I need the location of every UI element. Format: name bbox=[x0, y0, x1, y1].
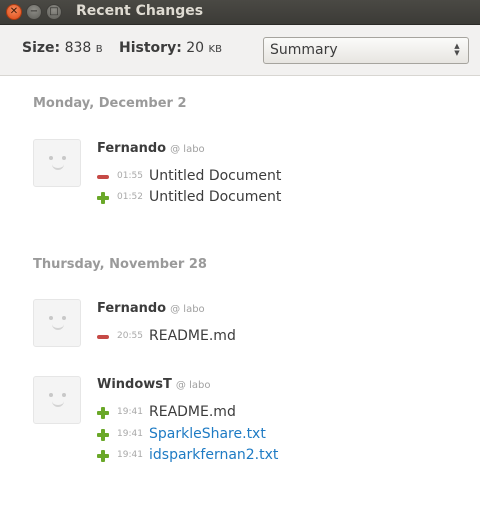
day-header: Monday, December 2 bbox=[33, 96, 187, 111]
minus-icon bbox=[97, 171, 109, 183]
user-name: Fernando bbox=[97, 301, 167, 316]
file-name: README.md bbox=[149, 404, 236, 420]
size-value: 838 bbox=[64, 40, 92, 56]
avatar bbox=[33, 376, 81, 424]
file-name: Untitled Document bbox=[149, 189, 282, 205]
user-line: WindowsT @ labo bbox=[97, 377, 210, 392]
plus-icon bbox=[97, 407, 109, 419]
size-stat: Size: 838 B bbox=[22, 40, 103, 56]
user-line: Fernando @ labo bbox=[97, 141, 205, 156]
size-unit: B bbox=[95, 44, 103, 55]
change-time: 01:52 bbox=[117, 192, 143, 202]
history-label: History: bbox=[119, 40, 182, 56]
minus-icon bbox=[97, 331, 109, 343]
title-bar: ✕ − □ Recent Changes bbox=[0, 0, 480, 25]
change-time: 19:41 bbox=[117, 407, 143, 417]
close-icon: ✕ bbox=[9, 6, 19, 17]
minimize-window-button[interactable]: − bbox=[26, 4, 42, 20]
change-time: 20:55 bbox=[117, 331, 143, 341]
change-time: 19:41 bbox=[117, 450, 143, 460]
view-mode-select[interactable]: Summary ▲ ▼ bbox=[263, 37, 469, 64]
user-host: @ labo bbox=[170, 144, 205, 155]
size-label: Size: bbox=[22, 40, 61, 56]
up-down-arrows-icon: ▲ ▼ bbox=[454, 42, 460, 57]
recent-changes-window: ✕ − □ Recent Changes Size: 838 B History… bbox=[0, 0, 480, 506]
file-name: Untitled Document bbox=[149, 168, 282, 184]
plus-icon bbox=[97, 429, 109, 441]
window-title: Recent Changes bbox=[76, 3, 204, 19]
plus-icon bbox=[97, 450, 109, 462]
view-mode-value: Summary bbox=[270, 42, 338, 58]
file-link[interactable]: idsparkfernan2.txt bbox=[149, 447, 278, 463]
user-name: WindowsT bbox=[97, 377, 172, 392]
change-time: 01:55 bbox=[117, 171, 143, 181]
file-link[interactable]: SparkleShare.txt bbox=[149, 426, 266, 442]
user-line: Fernando @ labo bbox=[97, 301, 205, 316]
maximize-window-button[interactable]: □ bbox=[46, 4, 62, 20]
history-unit: KB bbox=[208, 44, 222, 55]
history-stat: History: 20 KB bbox=[119, 40, 222, 56]
change-time: 19:41 bbox=[117, 429, 143, 439]
toolbar: Size: 838 B History: 20 KB Summary ▲ ▼ bbox=[0, 25, 480, 76]
changes-list: Monday, December 2 Fernando @ labo 01:55 … bbox=[0, 76, 480, 506]
plus-icon bbox=[97, 192, 109, 204]
day-header: Thursday, November 28 bbox=[33, 257, 207, 272]
file-name: README.md bbox=[149, 328, 236, 344]
history-value: 20 bbox=[186, 40, 205, 56]
user-host: @ labo bbox=[175, 380, 211, 391]
user-host: @ labo bbox=[170, 304, 205, 315]
user-name: Fernando bbox=[97, 141, 167, 156]
avatar bbox=[33, 299, 81, 347]
avatar bbox=[33, 139, 81, 187]
close-window-button[interactable]: ✕ bbox=[6, 4, 22, 20]
minimize-icon: − bbox=[29, 6, 39, 17]
maximize-icon: □ bbox=[49, 6, 59, 17]
